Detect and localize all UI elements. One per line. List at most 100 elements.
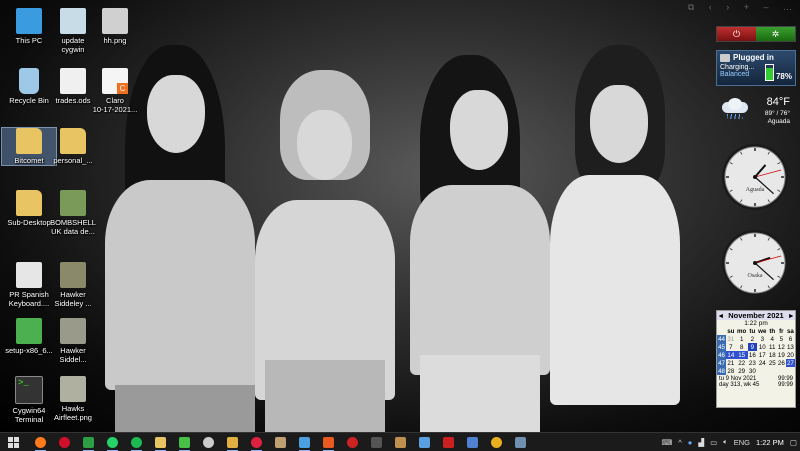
calendar-day[interactable]: 27 — [785, 359, 795, 367]
prev-month-arrow-icon[interactable]: ◂ — [719, 311, 723, 320]
battery-gadget[interactable]: Plugged in Charging... Balanced 78% — [716, 50, 796, 86]
battery-tray-icon[interactable]: ▭ — [710, 438, 717, 447]
next-month-arrow-icon[interactable]: ▸ — [789, 311, 793, 320]
taskbar-app-chrome[interactable] — [489, 435, 504, 450]
calendar-day[interactable]: 20 — [786, 351, 795, 359]
shutdown-button[interactable]: ⏻ — [717, 27, 756, 41]
calendar-day[interactable]: 28 — [726, 367, 736, 375]
taskbar-app-firefox[interactable] — [33, 435, 48, 451]
desktop-wallpaper: This PC Recycle Bin Bitcomet Sub-Desktop PR … — [0, 0, 800, 432]
taskbar-app-office[interactable] — [321, 435, 336, 451]
show-hidden-icons-icon[interactable]: ^ — [678, 438, 682, 447]
calendar-day[interactable]: 3 — [757, 335, 768, 343]
taskbar-app-editor-app[interactable] — [465, 435, 480, 450]
spreadsheet-icon — [60, 68, 86, 94]
taskbar-app-terminal-app[interactable] — [369, 435, 384, 450]
terminal-icon: >_ — [15, 376, 43, 404]
spotify-icon — [130, 436, 142, 448]
taskbar-app-wechat[interactable] — [177, 435, 192, 451]
calendar-day[interactable]: 4 — [768, 335, 777, 343]
desktop-icon-personal[interactable]: personal_... — [46, 128, 100, 165]
notification-icon[interactable]: ▢ — [790, 438, 797, 447]
calendar-day[interactable]: 29 — [736, 367, 748, 375]
taskbar-app-spreadsheet-app[interactable] — [81, 435, 96, 451]
calendar-day[interactable] — [777, 367, 786, 375]
calendar-day[interactable]: 24 — [757, 359, 768, 367]
taskbar-app-opera-gx[interactable] — [249, 435, 264, 451]
onedrive-icon[interactable]: ● — [688, 438, 693, 447]
taskbar-app-opera[interactable] — [57, 435, 72, 450]
calendar-day[interactable]: 13 — [786, 343, 795, 351]
calendar-day[interactable]: 1 — [736, 335, 748, 343]
calendar-day[interactable] — [786, 367, 795, 375]
taskbar-app-explorer[interactable] — [225, 435, 240, 451]
desktop-icon-label: Hawker Siddel... — [59, 346, 87, 364]
taskbar-app-file-app[interactable] — [273, 435, 288, 450]
desktop-icon-bombshell[interactable]: BOMBSHELL UK data de... — [46, 190, 100, 236]
taskbar-app-file-manager[interactable] — [153, 435, 168, 451]
window-controls[interactable]: ⧉ ‹ › + – … — [688, 2, 798, 13]
start-button[interactable] — [4, 435, 22, 449]
desktop-icon-claro[interactable]: C Claro 10-17-2021... — [88, 68, 142, 114]
calendar-gadget[interactable]: ◂ November 2021 ▸ 1:22 pm su mo tu we th fr sa… — [716, 310, 796, 408]
network-icon[interactable]: ▟ — [698, 438, 704, 447]
keyboard-icon[interactable]: ⌨ — [661, 438, 672, 447]
power-gadget: ⏻ ✲ — [716, 26, 796, 42]
taskbar-app-media-app[interactable] — [345, 435, 360, 450]
weekday-header: tu — [749, 327, 756, 335]
opera-icon — [250, 436, 262, 448]
desktop-icon-label: Hawker Siddeley ... — [54, 290, 92, 308]
calendar-day[interactable]: 22 — [736, 359, 748, 367]
language-indicator[interactable]: ENG — [734, 438, 750, 447]
calendar-day[interactable]: 23 — [748, 359, 757, 367]
calendar-day[interactable] — [768, 367, 777, 375]
calendar-day[interactable]: 8 — [736, 343, 748, 351]
calendar-day[interactable]: 30 — [748, 367, 757, 375]
calendar-day[interactable]: 9 — [747, 343, 757, 351]
taskbar-app-spotify[interactable] — [129, 435, 144, 451]
analog-clock-aguada[interactable]: Aguada — [720, 142, 790, 212]
taskbar-app-word-app[interactable] — [393, 435, 408, 450]
weather-gadget[interactable]: 84°F 89° / 76° Aguada — [716, 92, 794, 132]
taskbar-app-game-app[interactable] — [441, 435, 456, 450]
calendar-day[interactable]: 12 — [777, 343, 786, 351]
calendar-day[interactable]: 21 — [726, 359, 736, 367]
week-number: 45 — [717, 343, 727, 351]
clock-city-label: Aguada — [746, 187, 765, 193]
calendar-day[interactable]: 14 — [726, 351, 736, 359]
calendar-day[interactable]: 26 — [777, 359, 786, 367]
calendar-day[interactable]: 31 — [726, 335, 736, 343]
spreadsheet-icon — [82, 436, 94, 448]
opera-icon — [58, 436, 70, 448]
desktop-icon-hawker-siddeley-2[interactable]: Hawker Siddel... — [46, 318, 100, 364]
calendar-day[interactable]: 18 — [768, 351, 777, 359]
analog-clock-osaka[interactable]: Osaka — [720, 228, 790, 298]
calendar-month: November 2021 — [728, 311, 784, 320]
calendar-day[interactable]: 7 — [726, 343, 736, 351]
taskbar-app-gallery-app[interactable] — [513, 435, 528, 450]
calendar-day[interactable]: 19 — [777, 351, 786, 359]
calendar-day[interactable] — [757, 367, 768, 375]
calendar-day[interactable]: 2 — [748, 335, 757, 343]
taskbar-app-notes-app[interactable] — [417, 435, 432, 450]
taskbar-app-whatsapp[interactable] — [105, 435, 120, 451]
calendar-day[interactable]: 6 — [786, 335, 795, 343]
calendar-day[interactable]: 16 — [748, 351, 757, 359]
taskbar-app-remote-desktop[interactable] — [297, 435, 312, 451]
calendar-day[interactable]: 15 — [735, 351, 748, 359]
calendar-day[interactable]: 11 — [768, 343, 777, 351]
calendar-day[interactable]: 5 — [777, 335, 786, 343]
calendar-day[interactable]: 25 — [768, 359, 777, 367]
volume-icon[interactable]: 🔈︎ — [723, 437, 728, 447]
battery-status: Charging... — [720, 64, 755, 71]
desktop-icon-hawker-siddeley-1[interactable]: Hawker Siddeley ... — [46, 262, 100, 308]
desktop-icon-hh-png[interactable]: hh.png — [88, 8, 142, 45]
calendar-day[interactable]: 17 — [757, 351, 768, 359]
restart-button[interactable]: ✲ — [756, 27, 795, 41]
wallpaper-figure — [545, 45, 695, 432]
desktop-icon-hawks-airfleet[interactable]: Hawks Airfleet.png — [46, 376, 100, 422]
taskbar-app-stopwatch[interactable] — [201, 435, 216, 450]
folder-icon — [16, 190, 42, 216]
calendar-day[interactable]: 10 — [757, 343, 768, 351]
taskbar-clock[interactable]: 1:22 PM — [756, 438, 784, 447]
